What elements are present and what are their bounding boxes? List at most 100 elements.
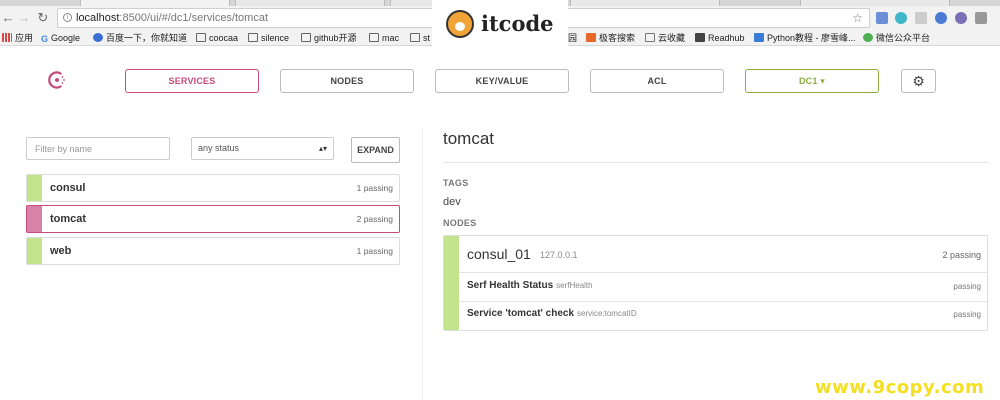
node-address: 127.0.0.1 — [540, 250, 578, 260]
bookmark-label: mac — [382, 33, 400, 43]
mascot-icon — [446, 10, 474, 38]
folder-icon — [248, 33, 258, 42]
extension-icon[interactable] — [975, 12, 987, 24]
bookmark-apps[interactable]: 应用 — [2, 32, 33, 44]
extension-icon[interactable] — [935, 12, 947, 24]
consul-logo-icon[interactable] — [47, 70, 67, 90]
watermark-text: itcode — [481, 11, 554, 36]
bookmark-label: Readhub — [708, 33, 745, 43]
health-bar — [444, 236, 459, 330]
bookmark-label: 微信公众平台 — [876, 33, 931, 43]
bookmark-label: 应用 — [15, 33, 34, 43]
bookmark-coocaa[interactable]: coocaa — [196, 32, 238, 44]
service-name: consul — [50, 182, 86, 194]
check-name: Serf Health Status — [467, 280, 554, 291]
check-name: Service 'tomcat' check — [467, 308, 575, 319]
filter-by-name-input[interactable] — [26, 137, 170, 160]
health-check-row: Service 'tomcat' check service:tomcatID p… — [459, 302, 987, 330]
reload-icon[interactable]: ↻ — [35, 10, 51, 26]
bookmark-label: coocaa — [209, 33, 239, 43]
column-divider — [422, 128, 423, 400]
bookmark-wechat[interactable]: 微信公众平台 — [863, 32, 930, 44]
url-path: :8500/ui/#/dc1/services/tomcat — [119, 12, 268, 24]
nav-nodes-button[interactable]: NODES — [280, 69, 414, 93]
bookmark-yunshoucang[interactable]: 云收藏 — [645, 32, 685, 44]
extension-icon[interactable] — [895, 12, 907, 24]
service-row-tomcat[interactable]: tomcat 2 passing — [26, 205, 400, 233]
tag-value: dev — [443, 196, 461, 208]
url-host: localhost — [76, 12, 120, 24]
service-detail-title: tomcat — [443, 129, 495, 148]
check-name-wrap: Service 'tomcat' check service:tomcatID — [467, 308, 637, 319]
service-name: web — [50, 245, 72, 257]
bookmark-jike[interactable]: 极客搜索 — [586, 32, 635, 44]
nav-acl-button[interactable]: ACL — [590, 69, 724, 93]
node-header[interactable]: consul_01 127.0.0.1 2 passing — [459, 236, 987, 273]
service-name: tomcat — [50, 213, 87, 225]
bookmark-google[interactable]: G Google — [41, 32, 80, 44]
folder-icon — [196, 33, 206, 42]
check-id: service:tomcatID — [577, 309, 637, 318]
title-divider — [443, 162, 988, 163]
node-name[interactable]: consul_01 — [467, 246, 531, 262]
bookmark-python[interactable]: Python教程 - 廖雪峰... — [754, 32, 856, 44]
info-icon[interactable]: i — [63, 13, 72, 22]
datacenter-dropdown[interactable]: DC1 ▾ — [745, 69, 879, 93]
bookmark-label: 云收藏 — [658, 33, 686, 43]
health-check-row: Serf Health Status serfHealth passing — [459, 274, 987, 302]
bookmark-label: silence — [261, 33, 290, 43]
google-icon: G — [41, 34, 49, 44]
jike-icon — [586, 33, 596, 42]
health-bar — [27, 206, 42, 232]
wechat-icon — [863, 33, 873, 42]
bookmark-github[interactable]: github开源 — [301, 32, 357, 44]
nav-keyvalue-button[interactable]: KEY/VALUE — [435, 69, 569, 93]
bookmark-label: 百度一下，你就知道 — [106, 33, 188, 43]
status-select[interactable]: any status ▴▾ — [191, 137, 334, 160]
tags-label: TAGS — [443, 178, 469, 188]
page-icon — [645, 33, 655, 42]
bookmark-mac[interactable]: mac — [369, 32, 399, 44]
bookmark-label: Python教程 - 廖雪峰... — [767, 33, 856, 43]
bookmark-label: Google — [51, 33, 81, 43]
expand-button[interactable]: EXPAND — [351, 137, 400, 163]
node-card: consul_01 127.0.0.1 2 passing Serf Healt… — [443, 235, 988, 331]
bookmark-star-icon[interactable]: ☆ — [852, 9, 863, 27]
node-status: 2 passing — [942, 250, 981, 260]
health-bar — [27, 238, 42, 264]
extension-icon[interactable] — [915, 12, 927, 24]
select-arrows-icon: ▴▾ — [318, 144, 327, 153]
nav-services-button[interactable]: SERVICES — [125, 69, 259, 93]
bookmark-readhub[interactable]: Readhub — [695, 32, 745, 44]
back-icon[interactable]: ← — [0, 10, 16, 26]
service-row-consul[interactable]: consul 1 passing — [26, 174, 400, 202]
9copy-watermark: www.9copy.com — [815, 377, 985, 398]
check-status: passing — [953, 310, 981, 319]
baidu-icon — [93, 33, 103, 42]
apps-grid-icon — [2, 33, 12, 42]
check-id: serfHealth — [556, 281, 593, 290]
bookmark-yuan[interactable]: 园 — [568, 32, 577, 44]
readhub-icon — [695, 33, 705, 42]
bookmark-label: github开源 — [314, 33, 357, 43]
status-select-value: any status — [198, 143, 240, 153]
bookmark-label: 极客搜索 — [599, 33, 636, 43]
folder-icon — [410, 33, 420, 42]
bookmark-silence[interactable]: silence — [248, 32, 289, 44]
itcode-watermark: itcode — [432, 0, 568, 47]
nodes-label: NODES — [443, 218, 477, 228]
health-bar — [27, 175, 42, 201]
bookmark-label: st — [423, 33, 431, 43]
service-row-web[interactable]: web 1 passing — [26, 237, 400, 265]
extension-icon[interactable] — [955, 12, 967, 24]
service-status: 1 passing — [356, 183, 393, 193]
settings-gear-icon[interactable]: ⚙ — [901, 69, 936, 93]
forward-icon[interactable]: → — [16, 10, 32, 26]
bookmark-st[interactable]: st — [410, 32, 430, 44]
extension-icon[interactable] — [876, 12, 888, 24]
folder-icon — [301, 33, 311, 42]
folder-icon — [369, 33, 379, 42]
bookmark-label: 园 — [568, 33, 578, 43]
bookmark-baidu[interactable]: 百度一下，你就知道 — [93, 32, 187, 44]
check-name-wrap: Serf Health Status serfHealth — [467, 280, 593, 291]
